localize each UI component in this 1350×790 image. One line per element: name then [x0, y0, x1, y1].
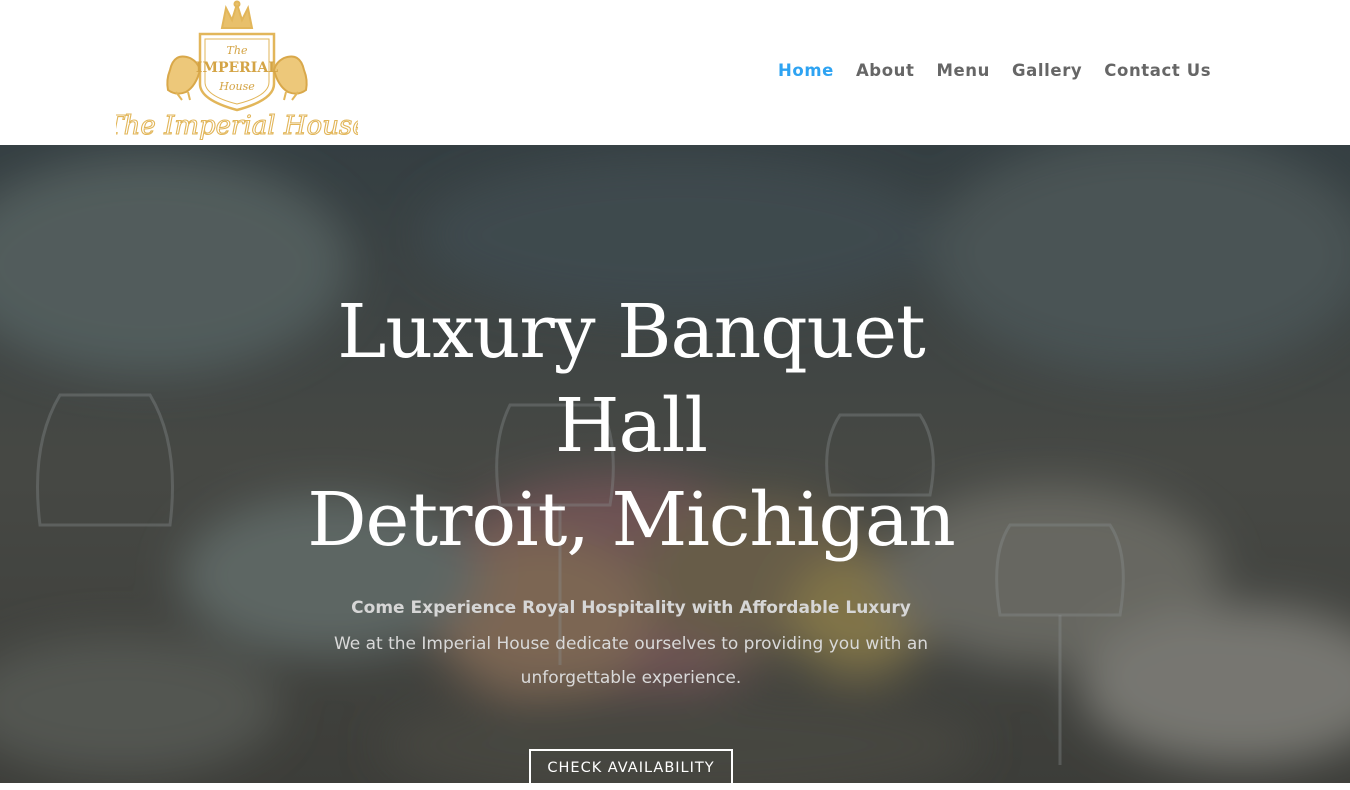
hero-description-line1: We at the Imperial House dedicate oursel… — [333, 634, 929, 654]
hero-section: Luxury Banquet Hall Detroit, Michigan Co… — [0, 145, 1350, 783]
hero-title-line1: Luxury Banquet Hall — [337, 289, 926, 469]
nav-item-home[interactable]: Home — [778, 58, 834, 84]
hero-description: We at the Imperial House dedicate oursel… — [295, 627, 967, 695]
svg-text:The Imperial House: The Imperial House — [116, 111, 358, 141]
hero-title-line2: Detroit, Michigan — [307, 477, 956, 563]
site-header: The IMPERIAL House The Imperial House Ho… — [0, 0, 1350, 145]
svg-text:House: House — [218, 80, 255, 93]
check-availability-button[interactable]: CHECK AVAILABILITY — [529, 749, 733, 783]
hero-content: Luxury Banquet Hall Detroit, Michigan Co… — [295, 285, 967, 783]
imperial-house-logo-icon: The IMPERIAL House The Imperial House — [116, 0, 358, 142]
nav-item-contact-us[interactable]: Contact Us — [1104, 58, 1211, 84]
logo[interactable]: The IMPERIAL House The Imperial House — [116, 0, 358, 142]
svg-text:The: The — [227, 44, 248, 57]
svg-text:IMPERIAL: IMPERIAL — [196, 60, 278, 76]
nav-item-menu[interactable]: Menu — [937, 58, 991, 84]
main-nav: Home About Menu Gallery Contact Us — [778, 58, 1211, 84]
nav-item-about[interactable]: About — [856, 58, 915, 84]
nav-item-gallery[interactable]: Gallery — [1012, 58, 1082, 84]
hero-tagline: Come Experience Royal Hospitality with A… — [351, 598, 911, 618]
hero-title: Luxury Banquet Hall Detroit, Michigan — [295, 285, 967, 567]
hero-description-line2: unforgettable experience. — [520, 668, 742, 688]
